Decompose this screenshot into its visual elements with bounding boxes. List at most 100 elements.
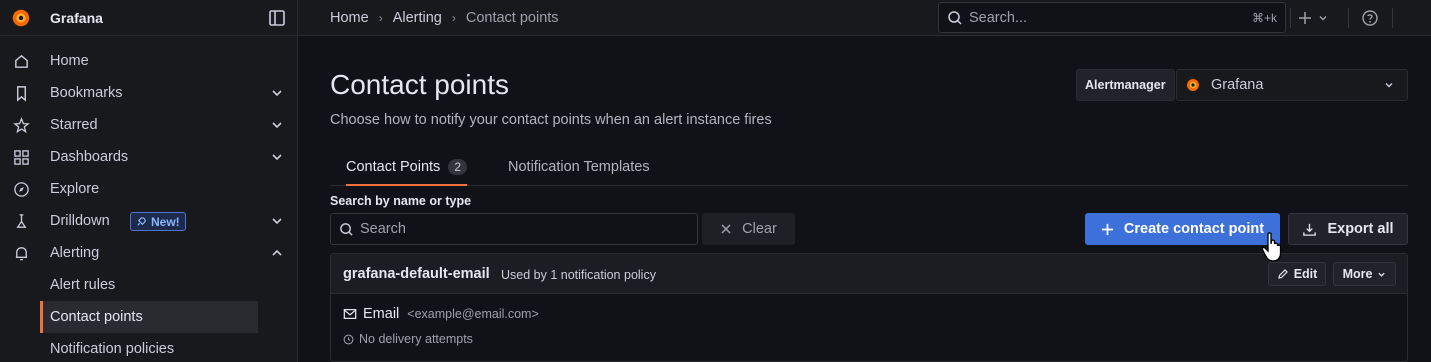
download-icon <box>1303 223 1317 236</box>
hand-cursor-icon <box>1261 232 1282 262</box>
export-button-label: Export all <box>1327 221 1394 237</box>
chevron-up-icon[interactable] <box>270 246 284 260</box>
grafana-logo-icon <box>1187 79 1199 91</box>
tab-notification-templates[interactable]: Notification Templates <box>508 148 650 185</box>
sidebar-subitem-label: Alert rules <box>50 277 116 293</box>
star-icon <box>12 116 30 134</box>
search-placeholder: Search <box>360 221 406 237</box>
sidebar-item-label: Starred <box>50 117 98 133</box>
contact-point-name: grafana-default-email <box>343 266 490 282</box>
sidebar-item-label: Bookmarks <box>50 85 123 101</box>
contact-point-usage[interactable]: Used by 1 notification policy <box>501 268 656 282</box>
breadcrumb-alerting[interactable]: Alerting <box>393 10 442 26</box>
chevron-right-icon: › <box>451 11 456 25</box>
edit-button-label: Edit <box>1293 267 1318 281</box>
sidebar-item-label: Home <box>50 53 89 69</box>
sidebar-item-label: Alerting <box>50 245 100 261</box>
breadcrumb: Home › Alerting › Contact points <box>330 0 559 36</box>
sidebar-item-drilldown[interactable]: Drilldown New! <box>0 205 298 237</box>
sidebar-item-explore[interactable]: Explore <box>0 173 298 205</box>
sidebar-item-alerting[interactable]: Alerting <box>0 237 298 269</box>
edit-button[interactable]: Edit <box>1268 262 1326 286</box>
create-contact-point-button[interactable]: Create contact point <box>1085 213 1280 245</box>
sidebar-item-starred[interactable]: Starred <box>0 109 298 141</box>
create-button-label: Create contact point <box>1123 221 1265 237</box>
chevron-down-icon <box>1319 16 1327 21</box>
envelope-icon <box>343 309 357 319</box>
new-badge: New! <box>130 212 186 231</box>
new-badge-label: New! <box>151 214 180 229</box>
sidebar-subitem-contact-points[interactable]: Contact points <box>40 301 258 333</box>
close-icon <box>721 224 731 234</box>
more-button[interactable]: More <box>1333 262 1396 286</box>
search-icon <box>340 222 353 236</box>
grafana-logo-icon[interactable] <box>10 7 32 29</box>
app-root: Grafana Home Bookmarks Starred Dashboard… <box>0 0 1431 362</box>
clock-icon <box>343 334 354 344</box>
sidebar-item-bookmarks[interactable]: Bookmarks <box>0 77 298 109</box>
breadcrumb-current: Contact points <box>465 10 559 26</box>
sidebar-subitem-label: Contact points <box>50 309 143 325</box>
dock-menu-icon[interactable] <box>268 9 286 27</box>
alertmanager-label: Alertmanager <box>1076 69 1175 101</box>
topbar: Home › Alerting › Contact points Search.… <box>298 0 1431 36</box>
alertmanager-value: Grafana <box>1211 77 1264 93</box>
tab-label: Contact Points <box>346 158 441 175</box>
divider <box>1290 8 1291 28</box>
rocket-icon <box>137 217 146 226</box>
sidebar-item-label: Drilldown <box>50 213 110 229</box>
alertmanager-select[interactable]: Grafana <box>1176 69 1408 101</box>
chevron-down-icon[interactable] <box>270 214 284 228</box>
sidebar-item-label: Explore <box>50 181 100 197</box>
clear-button-label: Clear <box>742 221 777 237</box>
more-button-label: More <box>1342 267 1373 281</box>
app-title: Grafana <box>50 9 103 26</box>
clear-button[interactable]: Clear <box>702 213 795 245</box>
search-icon <box>948 10 962 25</box>
delivery-status-text: No delivery attempts <box>359 332 473 346</box>
search-input[interactable]: Search <box>330 213 698 245</box>
export-all-button[interactable]: Export all <box>1288 213 1408 245</box>
sidebar-header: Grafana <box>0 0 297 36</box>
divider <box>1348 8 1349 28</box>
search-label: Search by name or type <box>330 194 472 208</box>
chevron-down-icon <box>1378 272 1386 277</box>
breadcrumb-home[interactable]: Home <box>330 10 369 26</box>
contact-point-header: grafana-default-email Used by 1 notifica… <box>331 254 1407 294</box>
integration-name: Email <box>363 306 400 322</box>
global-search-input[interactable]: Search... ⌘+k <box>938 2 1286 33</box>
new-menu-button[interactable] <box>1298 8 1328 28</box>
delivery-status: No delivery attempts <box>343 332 473 346</box>
help-icon[interactable] <box>1361 9 1379 27</box>
integration-address: <example@email.com> <box>407 307 539 321</box>
tab-label: Notification Templates <box>508 158 650 175</box>
tab-contact-points[interactable]: Contact Points 2 <box>346 148 467 186</box>
chevron-down-icon[interactable] <box>270 86 284 100</box>
sidebar-subitem-label: Notification policies <box>50 341 175 357</box>
sidebar-item-dashboards[interactable]: Dashboards <box>0 141 298 173</box>
tab-count-badge: 2 <box>448 158 467 175</box>
chevron-down-icon[interactable] <box>270 118 284 132</box>
apps-icon <box>12 148 30 166</box>
bell-icon <box>12 244 30 262</box>
plus-icon <box>1101 223 1113 235</box>
bookmark-icon <box>12 84 30 102</box>
sidebar: Grafana Home Bookmarks Starred Dashboard… <box>0 0 298 362</box>
tab-bar: Contact Points 2 Notification Templates <box>330 148 1408 186</box>
sidebar-subitem-alert-rules[interactable]: Alert rules <box>40 269 258 301</box>
contact-point-card: grafana-default-email Used by 1 notifica… <box>330 253 1408 362</box>
page-title: Contact points <box>330 69 509 100</box>
divider <box>1392 8 1393 28</box>
page-subtitle: Choose how to notify your contact points… <box>330 112 772 128</box>
home-icon <box>12 52 30 70</box>
compass-icon <box>12 180 30 198</box>
sidebar-item-home[interactable]: Home <box>0 45 298 77</box>
pen-icon <box>1277 269 1288 279</box>
integration-row: Email <example@email.com> <box>343 306 539 322</box>
sidebar-item-label: Dashboards <box>50 149 129 165</box>
chevron-down-icon[interactable] <box>270 150 284 164</box>
plus-icon <box>1299 12 1311 24</box>
search-shortcut: ⌘+k <box>1251 10 1277 25</box>
main-content: Contact points Choose how to notify your… <box>298 36 1431 362</box>
sidebar-subitem-notification-policies[interactable]: Notification policies <box>40 333 258 362</box>
